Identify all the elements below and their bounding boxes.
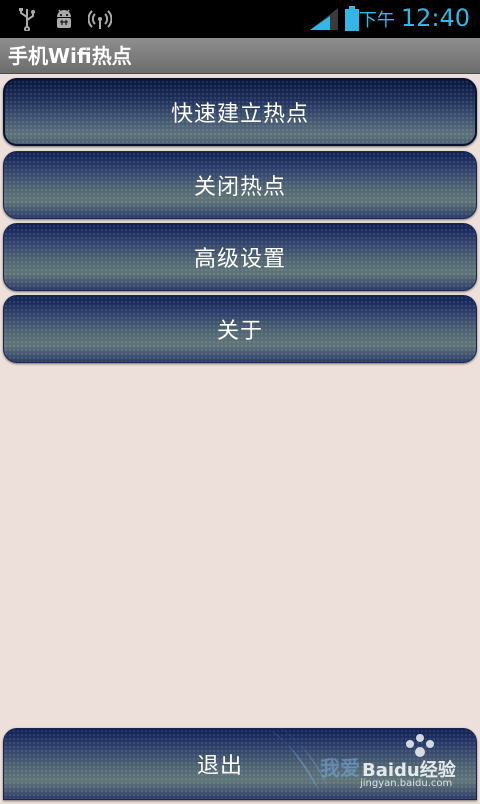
usb-icon — [16, 7, 38, 35]
wifi-hotspot-icon — [87, 7, 113, 35]
button-label: 快速建立热点 — [170, 102, 309, 127]
signal-strength-icon — [310, 8, 338, 34]
clock: 下午 12:40 — [359, 4, 470, 32]
button-label: 高级设置 — [193, 247, 286, 272]
about-button[interactable]: 关于 — [3, 295, 477, 363]
app-title: 手机Wifi热点 — [8, 44, 132, 68]
watermark-url: jingyan.baidu.com — [360, 778, 453, 789]
time-prefix: 下午 — [358, 10, 395, 31]
button-label: 关闭热点 — [193, 175, 286, 200]
android-debug-icon — [52, 7, 76, 35]
advanced-settings-button[interactable]: 高级设置 — [3, 223, 477, 291]
app-title-bar: 手机Wifi热点 — [0, 38, 480, 74]
status-bar: 下午 12:40 — [0, 0, 480, 38]
time-text: 12:40 — [400, 4, 470, 32]
battery-icon — [344, 6, 360, 36]
watermark-text: 我爱 — [320, 756, 360, 780]
button-label: 关于 — [216, 319, 263, 344]
close-hotspot-button[interactable]: 关闭热点 — [3, 151, 477, 219]
quick-create-hotspot-button[interactable]: 快速建立热点 — [3, 78, 477, 146]
button-label: 退出 — [196, 754, 243, 779]
